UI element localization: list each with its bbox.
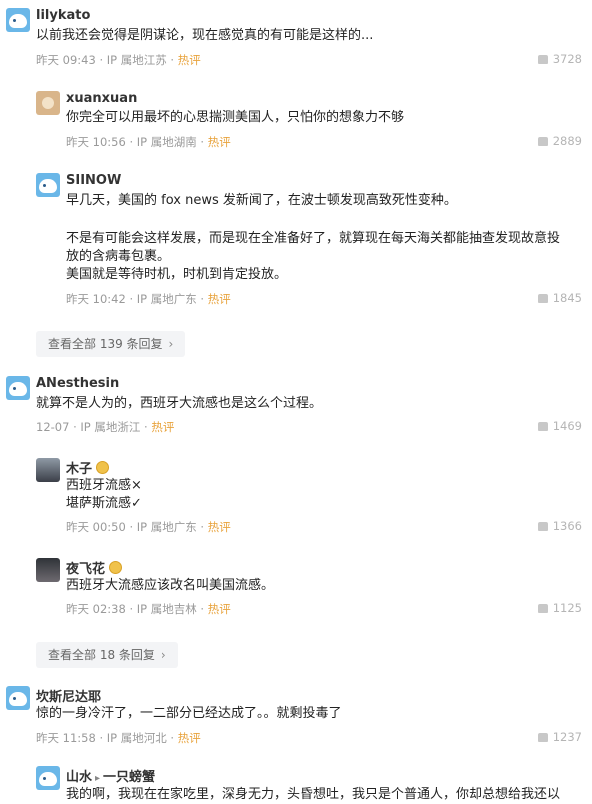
comment-meta: 昨天 10:42 · IP 属地广东 · 热评 <box>66 292 231 306</box>
like-count: 1366 <box>552 519 582 533</box>
comment-text-line: 早几天，美国的 fox news 发新闻了，在波士顿发现高致死性变种。 <box>66 193 457 208</box>
ip-location: IP 属地浙江 <box>80 420 141 434</box>
comment-meta: 昨天 00:50 · IP 属地广东 · 热评 <box>66 520 231 534</box>
username[interactable]: lilykato <box>36 8 90 23</box>
comment-time: 昨天 00:50 <box>66 520 126 534</box>
like-button[interactable]: 3728 <box>537 52 582 66</box>
hot-label: 热评 <box>207 292 231 306</box>
thumb-up-icon <box>537 522 548 531</box>
view-all-replies-button[interactable]: 查看全部 18 条回复 › <box>36 642 178 668</box>
username[interactable]: xuanxuan <box>66 91 137 106</box>
thumb-up-icon <box>537 294 548 303</box>
avatar[interactable] <box>6 686 30 710</box>
ip-location: IP 属地湖南 <box>136 135 197 149</box>
username[interactable]: ANesthesin <box>36 376 119 391</box>
hot-label: 热评 <box>207 135 231 149</box>
comment-meta: 12-07 · IP 属地浙江 · 热评 <box>36 420 175 434</box>
like-button[interactable]: 1125 <box>537 601 582 615</box>
hot-label: 热评 <box>177 53 201 67</box>
username[interactable]: 坎斯尼达耶 <box>36 686 101 705</box>
comment-text: 西班牙大流感应该改名叫美国流感。 <box>66 578 275 593</box>
level-badge-icon <box>109 561 123 574</box>
thumb-up-icon <box>537 604 548 613</box>
like-button[interactable]: 1366 <box>537 519 582 533</box>
ip-location: IP 属地河北 <box>106 731 167 745</box>
comment-text: 惊的一身冷汗了，一二部分已经达成了。。就剩投毒了 <box>36 706 342 721</box>
thumb-up-icon <box>537 55 548 64</box>
like-button[interactable]: 1237 <box>537 730 582 744</box>
avatar[interactable] <box>36 173 60 197</box>
comment-time: 昨天 09:43 <box>36 53 96 67</box>
avatar[interactable] <box>36 458 60 482</box>
comment-meta: 昨天 10:56 · IP 属地湖南 · 热评 <box>66 135 231 149</box>
like-count: 1237 <box>552 730 582 744</box>
comment-text-line: 放的含病毒包裹。 <box>66 249 171 264</box>
comment-text-line: 西班牙流感× <box>66 478 142 493</box>
username-text: 木子 <box>66 462 93 477</box>
ip-location: IP 属地广东 <box>136 292 197 306</box>
comment-time: 昨天 10:56 <box>66 135 126 149</box>
comment-text: 就算不是人为的，西班牙大流感也是这么个过程。 <box>36 396 323 411</box>
thumb-up-icon <box>537 733 548 742</box>
like-button[interactable]: 1469 <box>537 419 582 433</box>
reply-to-user[interactable]: 一只螃蟹 <box>103 770 155 785</box>
like-count: 1845 <box>552 291 582 305</box>
chevron-right-icon: › <box>160 648 166 662</box>
level-badge-icon <box>96 461 110 474</box>
thumb-up-icon <box>537 137 548 146</box>
hot-label: 热评 <box>177 731 201 745</box>
view-all-replies-button[interactable]: 查看全部 139 条回复 › <box>36 331 186 357</box>
like-button[interactable]: 1845 <box>537 291 582 305</box>
comment-meta: 昨天 09:43 · IP 属地江苏 · 热评 <box>36 53 201 67</box>
hot-label: 热评 <box>151 420 175 434</box>
hot-label: 热评 <box>207 520 231 534</box>
comment-meta: 昨天 02:38 · IP 属地吉林 · 热评 <box>66 602 231 616</box>
username[interactable]: 山水 ▸ 一只螃蟹 <box>66 766 155 785</box>
username[interactable]: SIINOW <box>66 173 121 188</box>
username[interactable]: 木子 <box>66 458 110 477</box>
thumb-up-icon <box>537 422 548 431</box>
ip-location: IP 属地吉林 <box>136 602 197 616</box>
avatar[interactable] <box>6 376 30 400</box>
comment-text-line: 堪萨斯流感✓ <box>66 496 142 511</box>
comment-text: 我的啊，我现在在家吃里，深身无力，头昏想吐，我只是个普通人，你却总想给我还以 <box>66 787 561 802</box>
avatar[interactable] <box>6 8 30 32</box>
comment-time: 昨天 10:42 <box>66 292 126 306</box>
view-all-replies-label: 查看全部 139 条回复 <box>48 337 163 351</box>
ip-location: IP 属地广东 <box>136 520 197 534</box>
comment-text: 以前我还会觉得是阴谋论，现在感觉真的有可能是这样的... <box>36 28 374 43</box>
like-count: 1469 <box>552 419 582 433</box>
like-count: 1125 <box>552 601 582 615</box>
username-text: 山水 <box>66 770 93 785</box>
comment-meta: 昨天 11:58 · IP 属地河北 · 热评 <box>36 731 201 745</box>
comment-time: 昨天 11:58 <box>36 731 96 745</box>
chevron-right-icon: › <box>168 337 174 351</box>
like-button[interactable]: 2889 <box>537 134 582 148</box>
avatar[interactable] <box>36 766 60 790</box>
ip-location: IP 属地江苏 <box>106 53 167 67</box>
like-count: 2889 <box>552 134 582 148</box>
reply-arrow-icon: ▸ <box>95 773 101 784</box>
hot-label: 热评 <box>207 602 231 616</box>
avatar[interactable] <box>36 558 60 582</box>
comment-text-line: 美国就是等待时机，时机到肯定投放。 <box>66 267 288 282</box>
username[interactable]: 夜飞花 <box>66 558 123 577</box>
username-text: 夜飞花 <box>66 562 106 577</box>
comment-time: 12-07 <box>36 420 70 434</box>
comment-time: 昨天 02:38 <box>66 602 126 616</box>
comment-text: 你完全可以用最坏的心思揣测美国人，只怕你的想象力不够 <box>66 110 405 125</box>
view-all-replies-label: 查看全部 18 条回复 <box>48 648 155 662</box>
comment-text-line: 不是有可能会这样发展，而是现在全准备好了，就算现在每天海关都能抽查发现故意投 <box>66 231 561 246</box>
avatar[interactable] <box>36 91 60 115</box>
like-count: 3728 <box>552 52 582 66</box>
